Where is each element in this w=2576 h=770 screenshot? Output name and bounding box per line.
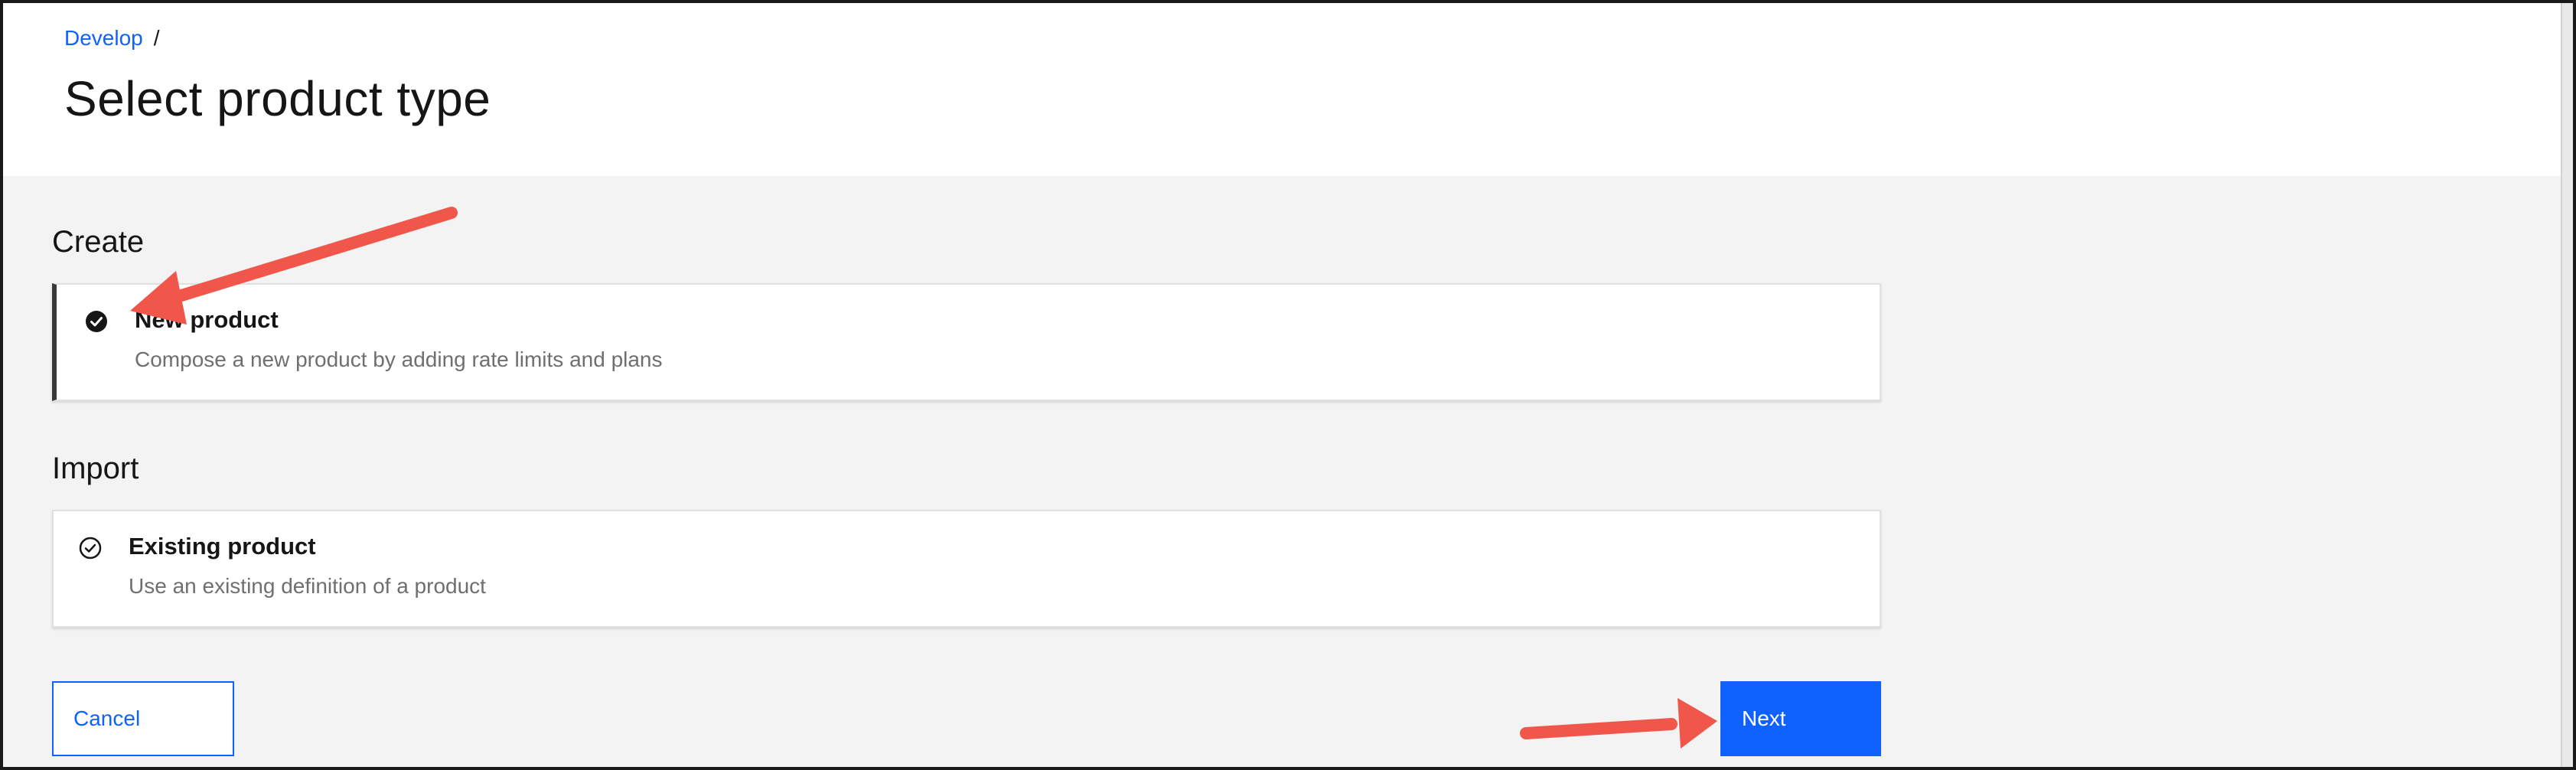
- app-window: Develop / Select product type Create New…: [0, 0, 2576, 770]
- import-section-heading: Import: [52, 452, 139, 485]
- existing-product-title: Existing product: [129, 533, 316, 560]
- breadcrumb-separator: /: [153, 26, 160, 50]
- breadcrumb-develop-link[interactable]: Develop: [64, 26, 143, 51]
- cancel-button[interactable]: Cancel: [52, 681, 234, 756]
- checkmark-outline-icon: [79, 537, 102, 560]
- new-product-description: Compose a new product by adding rate lim…: [135, 347, 663, 371]
- existing-product-tile[interactable]: Existing product Use an existing definit…: [52, 510, 1881, 628]
- new-product-title: New product: [135, 306, 279, 333]
- new-product-tile[interactable]: New product Compose a new product by add…: [52, 283, 1881, 401]
- vertical-scrollbar[interactable]: [2561, 3, 2573, 767]
- main-content: Create New product Compose a new product…: [3, 176, 2564, 767]
- create-section-heading: Create: [52, 225, 145, 259]
- existing-product-description: Use an existing definition of a product: [129, 574, 486, 598]
- page-header: Develop / Select product type: [3, 3, 2564, 176]
- breadcrumb: Develop /: [64, 26, 160, 51]
- next-button[interactable]: Next: [1720, 681, 1881, 756]
- checkmark-filled-icon: [86, 311, 107, 332]
- page-title: Select product type: [64, 71, 491, 126]
